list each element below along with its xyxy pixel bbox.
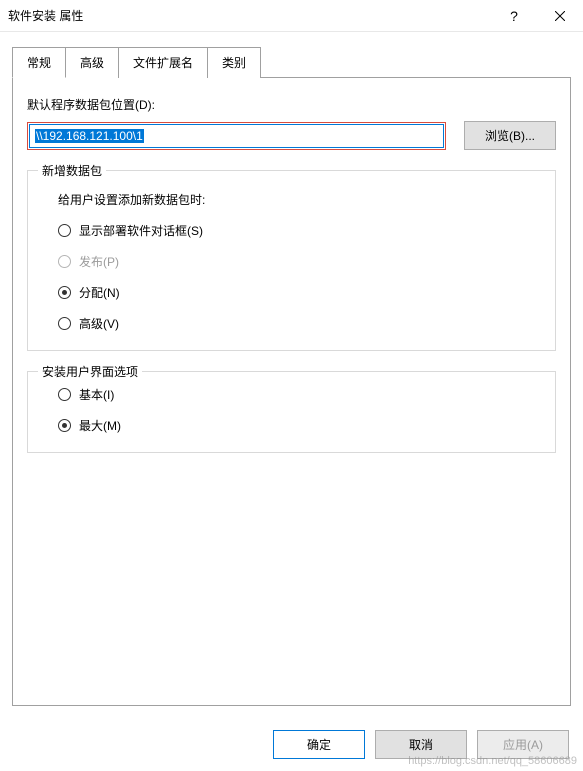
radio-label: 显示部署软件对话框(S) bbox=[79, 222, 203, 239]
apply-button[interactable]: 应用(A) bbox=[477, 730, 569, 759]
radio-assign[interactable]: 分配(N) bbox=[58, 284, 539, 301]
ui-options-legend: 安装用户界面选项 bbox=[38, 363, 142, 380]
tab-content: 默认程序数据包位置(D): \\192.168.121.100\1 浏览(B).… bbox=[12, 78, 571, 706]
radio-basic[interactable]: 基本(I) bbox=[58, 386, 539, 403]
ok-button[interactable]: 确定 bbox=[273, 730, 365, 759]
radio-label: 发布(P) bbox=[79, 253, 119, 270]
tab-strip: 常规 高级 文件扩展名 类别 bbox=[12, 46, 571, 78]
radio-label: 最大(M) bbox=[79, 417, 121, 434]
default-location-label: 默认程序数据包位置(D): bbox=[27, 96, 556, 113]
browse-button[interactable]: 浏览(B)... bbox=[464, 121, 556, 150]
help-button[interactable]: ? bbox=[491, 0, 537, 32]
radio-publish: 发布(P) bbox=[58, 253, 539, 270]
titlebar: 软件安装 属性 ? bbox=[0, 0, 583, 32]
new-package-legend: 新增数据包 bbox=[38, 162, 106, 179]
radio-label: 高级(V) bbox=[79, 315, 119, 332]
radio-advanced[interactable]: 高级(V) bbox=[58, 315, 539, 332]
tab-general[interactable]: 常规 bbox=[12, 47, 66, 78]
tab-extensions[interactable]: 文件扩展名 bbox=[118, 47, 208, 78]
radio-icon bbox=[58, 286, 71, 299]
radio-icon bbox=[58, 255, 71, 268]
input-highlight-frame: \\192.168.121.100\1 bbox=[27, 122, 446, 150]
new-package-group: 新增数据包 给用户设置添加新数据包时: 显示部署软件对话框(S) 发布(P) 分… bbox=[27, 170, 556, 351]
radio-icon bbox=[58, 224, 71, 237]
radio-icon bbox=[58, 388, 71, 401]
radio-label: 基本(I) bbox=[79, 386, 114, 403]
new-package-desc: 给用户设置添加新数据包时: bbox=[58, 191, 539, 208]
close-button[interactable] bbox=[537, 0, 583, 32]
cancel-button[interactable]: 取消 bbox=[375, 730, 467, 759]
help-icon: ? bbox=[510, 8, 518, 24]
dialog-footer: 确定 取消 应用(A) bbox=[273, 730, 569, 759]
default-location-input-wrap: \\192.168.121.100\1 bbox=[29, 124, 444, 148]
close-icon bbox=[555, 11, 565, 21]
window-title: 软件安装 属性 bbox=[8, 7, 491, 24]
tab-advanced[interactable]: 高级 bbox=[65, 47, 119, 78]
default-location-input[interactable] bbox=[29, 124, 444, 148]
tab-category[interactable]: 类别 bbox=[207, 47, 261, 78]
radio-icon bbox=[58, 419, 71, 432]
ui-options-group: 安装用户界面选项 基本(I) 最大(M) bbox=[27, 371, 556, 453]
radio-label: 分配(N) bbox=[79, 284, 120, 301]
radio-show-dialog[interactable]: 显示部署软件对话框(S) bbox=[58, 222, 539, 239]
radio-icon bbox=[58, 317, 71, 330]
radio-max[interactable]: 最大(M) bbox=[58, 417, 539, 434]
